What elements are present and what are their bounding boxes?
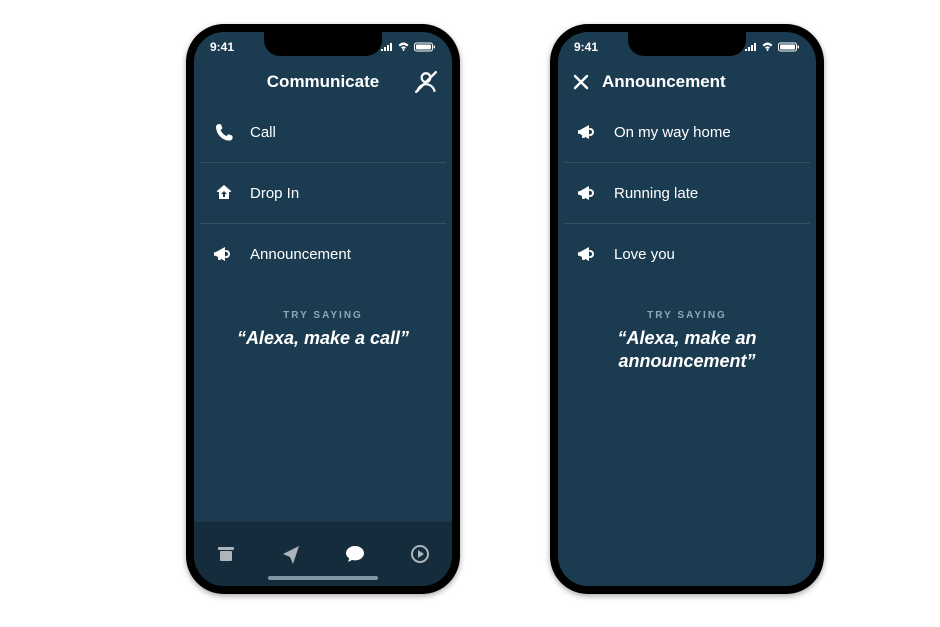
announce-item-way-home[interactable]: On my way home: [564, 102, 810, 163]
screen: 9:41 Communicate Call Drop In: [194, 32, 452, 586]
phone-frame: 9:41 Communicate Call Drop In: [186, 24, 460, 594]
dropin-icon: [212, 181, 236, 205]
close-button[interactable]: [572, 73, 590, 91]
header: Announcement: [558, 54, 816, 100]
wifi-icon: [397, 42, 410, 52]
notch: [628, 32, 746, 56]
signal-icon: [381, 43, 393, 52]
phone-icon: [212, 120, 236, 144]
announce-item-label: Love you: [614, 246, 675, 263]
try-saying-label: TRY SAYING: [558, 310, 816, 321]
announcement-list: On my way home Running late Love you: [558, 100, 816, 284]
try-saying-phrase: “Alexa, make an announcement”: [558, 327, 816, 374]
signal-icon: [745, 43, 757, 52]
menu-item-dropin[interactable]: Drop In: [200, 163, 446, 224]
screen: 9:41 Announcement On my way home Running…: [558, 32, 816, 586]
try-saying-label: TRY SAYING: [194, 310, 452, 321]
status-right: [381, 42, 436, 52]
nav-play[interactable]: [409, 543, 431, 565]
battery-icon: [414, 42, 436, 52]
phone-frame: 9:41 Announcement On my way home Running…: [550, 24, 824, 594]
menu-item-label: Call: [250, 124, 276, 141]
nav-communicate[interactable]: [344, 543, 366, 565]
status-right: [745, 42, 800, 52]
announce-item-love-you[interactable]: Love you: [564, 224, 810, 284]
announce-item-label: On my way home: [614, 124, 731, 141]
home-indicator: [268, 576, 378, 580]
try-saying: TRY SAYING “Alexa, make a call”: [194, 310, 452, 350]
announce-item-running-late[interactable]: Running late: [564, 163, 810, 224]
menu-item-call[interactable]: Call: [200, 102, 446, 163]
announce-item-label: Running late: [614, 185, 698, 202]
menu-item-label: Announcement: [250, 246, 351, 263]
menu-item-label: Drop In: [250, 185, 299, 202]
nav-send[interactable]: [280, 543, 302, 565]
do-not-disturb-icon[interactable]: [414, 70, 438, 94]
menu-list: Call Drop In Announcement: [194, 100, 452, 284]
header: Communicate: [194, 54, 452, 100]
menu-item-announcement[interactable]: Announcement: [200, 224, 446, 284]
status-time: 9:41: [574, 40, 598, 54]
megaphone-icon: [212, 242, 236, 266]
status-time: 9:41: [210, 40, 234, 54]
megaphone-icon: [576, 181, 600, 205]
page-title: Communicate: [267, 72, 379, 92]
megaphone-icon: [576, 120, 600, 144]
bottom-nav: [194, 521, 452, 586]
page-title: Announcement: [602, 72, 726, 92]
try-saying-phrase: “Alexa, make a call”: [194, 327, 452, 350]
try-saying: TRY SAYING “Alexa, make an announcement”: [558, 310, 816, 374]
megaphone-icon: [576, 242, 600, 266]
nav-home[interactable]: [215, 543, 237, 565]
battery-icon: [778, 42, 800, 52]
wifi-icon: [761, 42, 774, 52]
notch: [264, 32, 382, 56]
